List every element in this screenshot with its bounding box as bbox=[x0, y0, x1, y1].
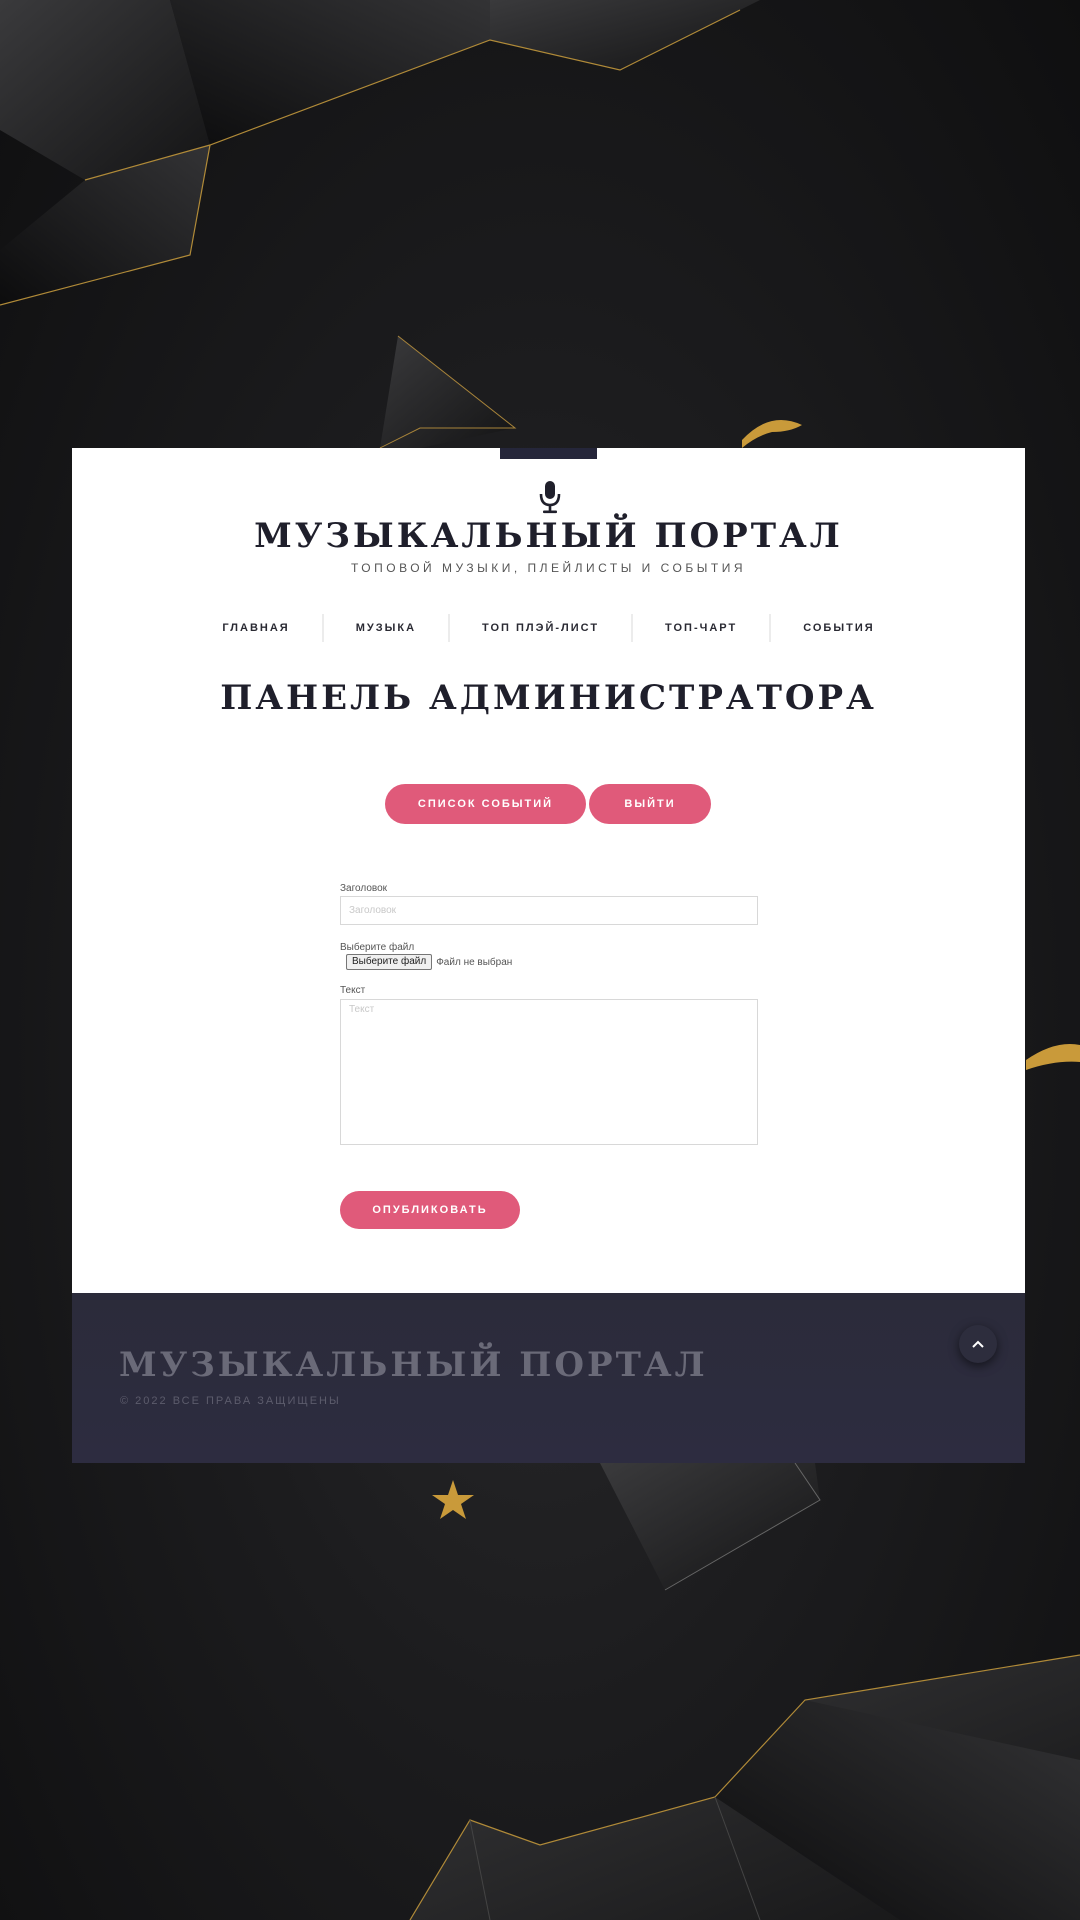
file-label: Выберите файл bbox=[340, 942, 415, 953]
main-card: МУЗЫКАЛЬНЫЙ ПОРТАЛ ТОПОВОЙ МУЗЫКИ, ПЛЕЙЛ… bbox=[72, 448, 1025, 1293]
main-nav: ГЛАВНАЯ МУЗЫКА ТОП ПЛЭЙ-ЛИСТ ТОП-ЧАРТ СО… bbox=[72, 613, 1025, 643]
logout-button[interactable]: ВЫЙТИ bbox=[589, 784, 711, 824]
title-label: Заголовок bbox=[340, 883, 388, 894]
site-subtitle: ТОПОВОЙ МУЗЫКИ, ПЛЕЙЛИСТЫ И СОБЫТИЯ bbox=[351, 561, 746, 575]
footer: МУЗЫКАЛЬНЫЙ ПОРТАЛ © 2022 ВСЕ ПРАВА ЗАЩИ… bbox=[72, 1293, 1025, 1463]
nav-item-music[interactable]: МУЗЫКА bbox=[324, 614, 451, 642]
microphone-icon bbox=[539, 481, 561, 514]
page-title: ПАНЕЛЬ АДМИНИСТРАТОРА bbox=[220, 678, 877, 718]
publish-button[interactable]: ОПУБЛИКОВАТЬ bbox=[340, 1191, 520, 1229]
footer-copyright: © 2022 ВСЕ ПРАВА ЗАЩИЩЕНЫ bbox=[120, 1395, 341, 1407]
text-textarea[interactable] bbox=[340, 999, 758, 1145]
nav-item-events[interactable]: СОБЫТИЯ bbox=[771, 614, 906, 642]
site-title: МУЗЫКАЛЬНЫЙ ПОРТАЛ bbox=[254, 516, 843, 556]
choose-file-button[interactable]: Выберите файл bbox=[346, 954, 433, 970]
nav-item-top-playlist[interactable]: ТОП ПЛЭЙ-ЛИСТ bbox=[450, 614, 634, 642]
events-list-button[interactable]: СПИСОК СОБЫТИЙ bbox=[385, 784, 586, 824]
title-input[interactable] bbox=[340, 896, 758, 925]
nav-item-home[interactable]: ГЛАВНАЯ bbox=[190, 614, 324, 642]
file-status: Файл не выбран bbox=[436, 956, 513, 968]
nav-item-top-chart[interactable]: ТОП-ЧАРТ bbox=[633, 614, 772, 642]
chevron-up-icon bbox=[972, 1340, 984, 1348]
scroll-top-button[interactable] bbox=[959, 1325, 997, 1363]
card-top-tab bbox=[500, 448, 597, 459]
footer-title: МУЗЫКАЛЬНЫЙ ПОРТАЛ bbox=[119, 1345, 708, 1385]
file-picker: Выберите файл Файл не выбран bbox=[346, 954, 512, 970]
text-label: Текст bbox=[340, 985, 366, 996]
